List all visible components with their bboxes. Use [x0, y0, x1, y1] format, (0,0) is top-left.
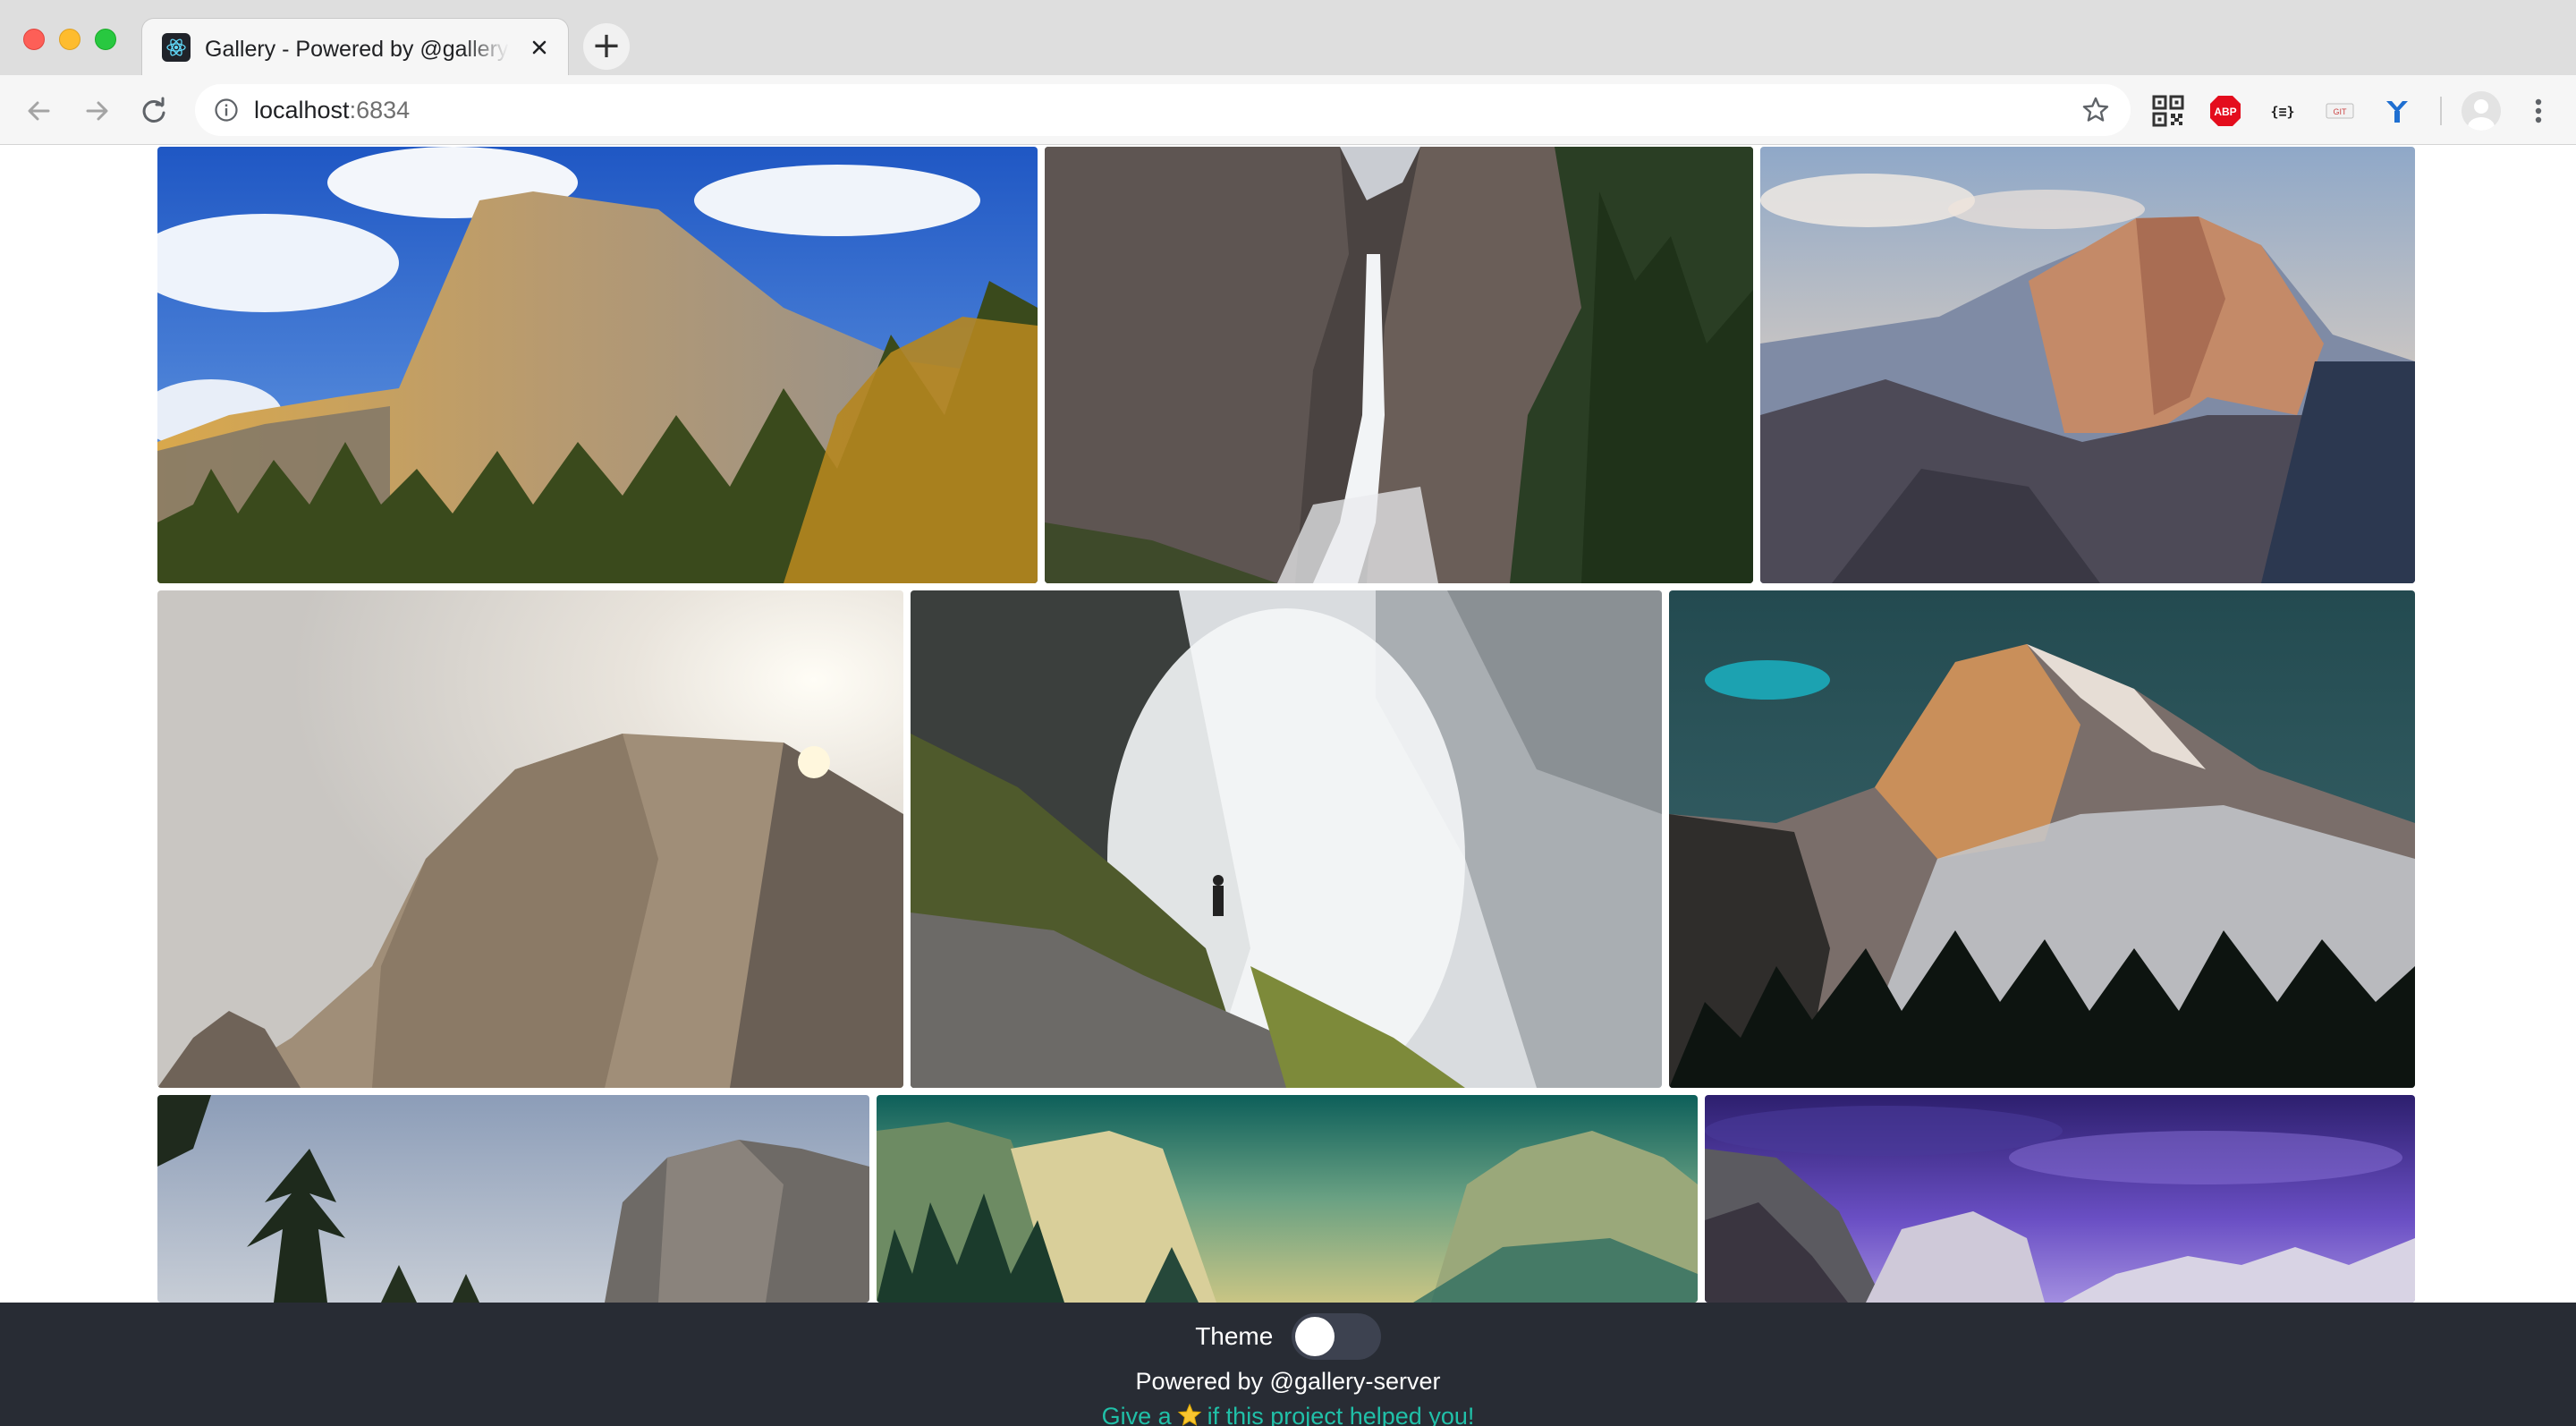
adblock-plus-icon[interactable]: ABP: [2207, 93, 2243, 129]
url-port: :6834: [349, 97, 411, 123]
gallery-photo-half-dome-sunset[interactable]: [1760, 147, 2415, 583]
window-zoom-button[interactable]: [95, 29, 116, 50]
kebab-menu-icon[interactable]: [2521, 93, 2556, 129]
svg-text:{≡}: {≡}: [2270, 104, 2294, 120]
browser-toolbar: localhost:6834 ABP {≡} GIT: [0, 75, 2576, 145]
cta-before: Give a: [1101, 1403, 1172, 1426]
qr-code-icon[interactable]: [2150, 93, 2186, 129]
theme-row: Theme: [0, 1313, 2576, 1360]
profile-avatar[interactable]: [2462, 91, 2501, 131]
window-minimize-button[interactable]: [59, 29, 80, 50]
address-bar[interactable]: localhost:6834: [195, 84, 2131, 136]
url-host: localhost: [254, 97, 350, 123]
plus-icon: +: [591, 25, 622, 66]
gallery-photo-half-dome-sunburst[interactable]: [157, 590, 903, 1088]
git-icon[interactable]: GIT: [2322, 93, 2358, 129]
url-text[interactable]: localhost:6834: [254, 97, 410, 123]
y-extension-icon[interactable]: [2379, 93, 2415, 129]
svg-text:GIT: GIT: [2334, 107, 2348, 116]
reload-icon[interactable]: [134, 91, 174, 131]
gallery-photo-yosemite-falls[interactable]: [1045, 147, 1753, 583]
new-tab-button[interactable]: +: [583, 23, 630, 70]
gallery-photo-el-capitan[interactable]: [157, 147, 1038, 583]
cta-after: if this project helped you!: [1207, 1403, 1475, 1426]
arrow-right-icon[interactable]: [77, 91, 116, 131]
window-close-button[interactable]: [23, 29, 45, 50]
github-star-link[interactable]: Give a if this project helped you!: [1102, 1403, 1475, 1426]
gallery-photo-half-dome-snow[interactable]: [1669, 590, 2415, 1088]
star-project-cta: Give a if this project helped you!: [0, 1401, 2576, 1426]
tab-close-icon[interactable]: [525, 33, 554, 62]
app-footer: Theme Powered by @gallery-server Give a i…: [0, 1303, 2576, 1426]
browser-tab-bar: Gallery - Powered by @gallery-server +: [0, 0, 2576, 77]
theme-toggle-knob: [1294, 1317, 1335, 1356]
theme-toggle[interactable]: [1291, 1313, 1381, 1360]
gallery-photo-el-capitan-pines[interactable]: [157, 1095, 869, 1303]
info-icon[interactable]: [213, 97, 240, 123]
arrow-left-icon[interactable]: [20, 91, 59, 131]
page-viewport: [0, 145, 2576, 1426]
gallery-photo-valley-teal[interactable]: [877, 1095, 1698, 1303]
toolbar-separator: [2440, 97, 2442, 125]
star-icon[interactable]: [2080, 95, 2111, 125]
react-logo-icon: [162, 33, 191, 62]
tab-title: Gallery - Powered by @gallery-server: [205, 37, 509, 62]
json-viewer-icon[interactable]: {≡}: [2265, 93, 2301, 129]
gallery-photo-valley-purple[interactable]: [1705, 1095, 2415, 1303]
theme-label: Theme: [1195, 1322, 1274, 1350]
gallery-photo-mist-trail[interactable]: [911, 590, 1662, 1088]
svg-text:ABP: ABP: [2214, 106, 2236, 118]
star-emoji-icon: [1177, 1403, 1201, 1426]
browser-tab-active[interactable]: Gallery - Powered by @gallery-server: [141, 18, 569, 77]
powered-by-text: Powered by @gallery-server: [1135, 1368, 1441, 1395]
